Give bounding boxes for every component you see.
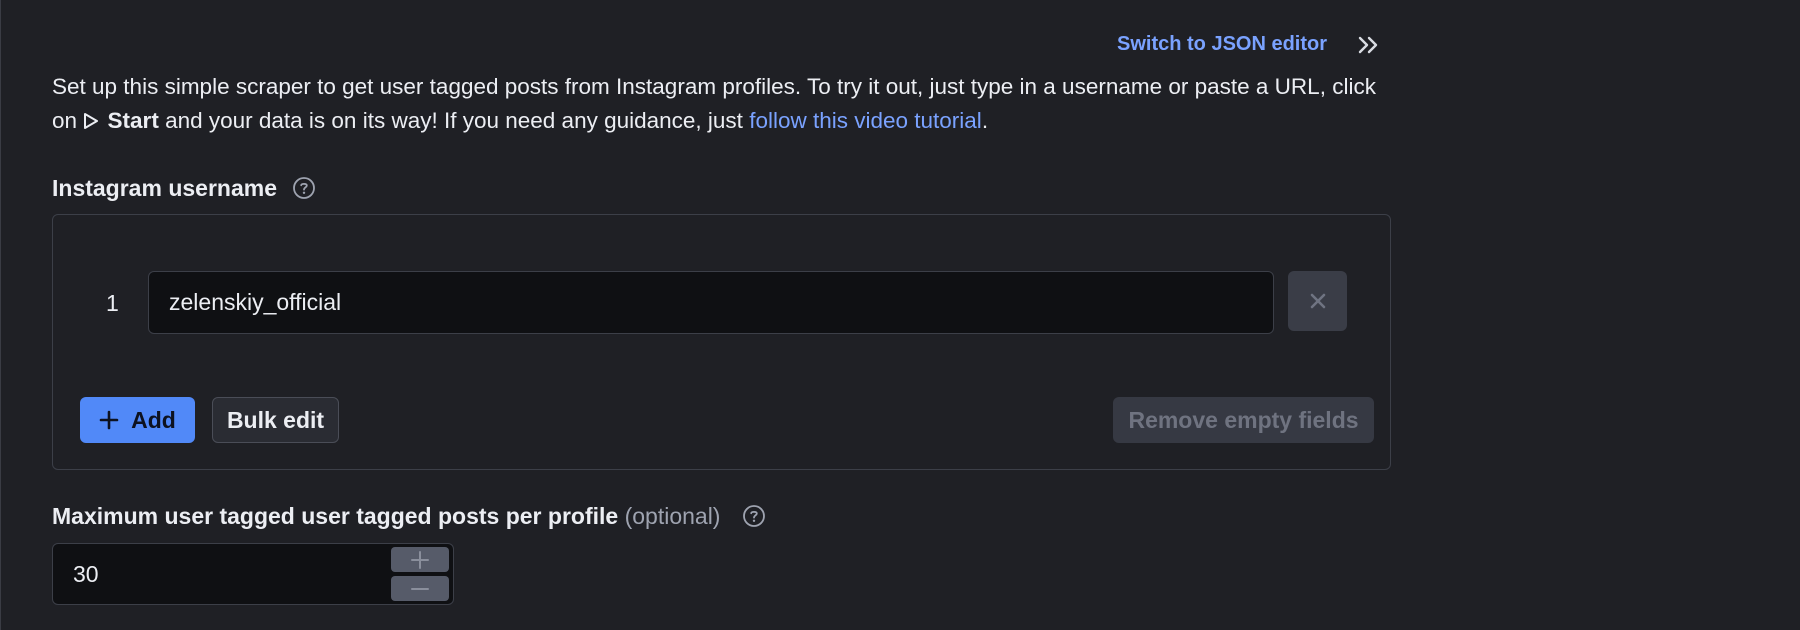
optional-tag: (optional) [624,503,721,529]
row-number: 1 [106,290,119,316]
minus-icon [411,587,429,590]
bulk-edit-button[interactable]: Bulk edit [212,397,339,443]
intro-text-2: and your data is on its way! If you need… [158,108,750,133]
double-chevron-right-icon[interactable] [1356,34,1382,56]
panel-left-border [0,0,1,630]
intro-trailing-period: . [981,108,989,133]
input-description: Set up this simple scraper to get user t… [52,70,1402,138]
remove-row-button[interactable] [1288,271,1347,331]
max-posts-label-text: Maximum user tagged user tagged posts pe… [52,503,619,529]
username-input[interactable]: zelenskiy_official [148,271,1274,334]
add-button[interactable]: Add [80,397,195,443]
plus-icon [99,410,119,430]
switch-to-json-editor-link[interactable]: Switch to JSON editor [1117,33,1327,56]
decrement-button[interactable] [391,576,449,601]
instagram-username-label: Instagram username [52,175,277,201]
max-posts-label: Maximum user tagged user tagged posts pe… [52,503,720,530]
play-outline-icon [84,112,99,129]
max-posts-value[interactable]: 30 [73,561,99,588]
max-posts-number-field[interactable]: 30 [52,543,454,605]
question-circle-icon[interactable] [742,504,766,528]
close-icon [1310,293,1325,309]
start-keyword: Start [107,108,159,133]
question-circle-icon[interactable] [292,176,316,200]
remove-empty-fields-button[interactable]: Remove empty fields [1113,397,1374,443]
plus-icon [411,550,429,569]
add-button-label: Add [131,406,176,433]
increment-button[interactable] [391,547,449,572]
video-tutorial-link[interactable]: follow this video tutorial [749,108,982,133]
